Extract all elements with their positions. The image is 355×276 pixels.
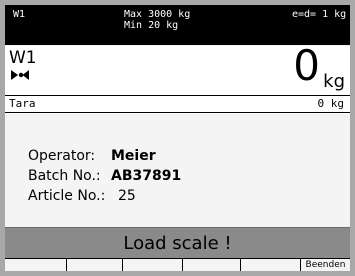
softkey-2[interactable] [67, 259, 123, 271]
max-capacity: Max 3000 kg [124, 9, 191, 20]
softkey-bar: Beenden [5, 258, 350, 271]
article-value: 25 [118, 188, 136, 204]
article-label: Article No.: [28, 188, 106, 204]
weight-value: 0 [293, 41, 320, 90]
status-message: Load scale ! [5, 227, 350, 259]
min-capacity: Min 20 kg [124, 20, 179, 31]
softkey-5[interactable] [241, 259, 301, 271]
weight-display: W1 0 kg Tara 0 kg [5, 41, 350, 114]
terminal-frame: W1 Max 3000 kg Min 20 kg e=d= 1 kg W1 0 … [0, 0, 355, 276]
operator-label: Operator: [28, 148, 96, 164]
tara-label: Tara [9, 97, 36, 110]
terminal-screen: W1 Max 3000 kg Min 20 kg e=d= 1 kg W1 0 … [5, 5, 350, 271]
tara-value: 0 kg [317, 97, 345, 110]
softkey-3[interactable] [123, 259, 183, 271]
exit-button[interactable]: Beenden [301, 259, 350, 271]
batch-label: Batch No.: [28, 168, 101, 184]
scale-resolution: e=d= 1 kg [292, 9, 347, 20]
operator-value: Meier [111, 148, 156, 164]
job-info-panel: Operator: Meier Batch No.: AB37891 Artic… [5, 115, 350, 233]
header-scale-id: W1 [13, 9, 26, 20]
weight-unit: kg [323, 71, 345, 92]
center-zero-icon [11, 70, 29, 80]
softkey-1[interactable] [5, 259, 67, 271]
tara-row: Tara 0 kg [5, 95, 350, 113]
softkey-4[interactable] [183, 259, 241, 271]
batch-value: AB37891 [111, 168, 182, 184]
scale-info-bar: W1 Max 3000 kg Min 20 kg e=d= 1 kg [5, 5, 350, 45]
scale-name: W1 [9, 48, 37, 68]
